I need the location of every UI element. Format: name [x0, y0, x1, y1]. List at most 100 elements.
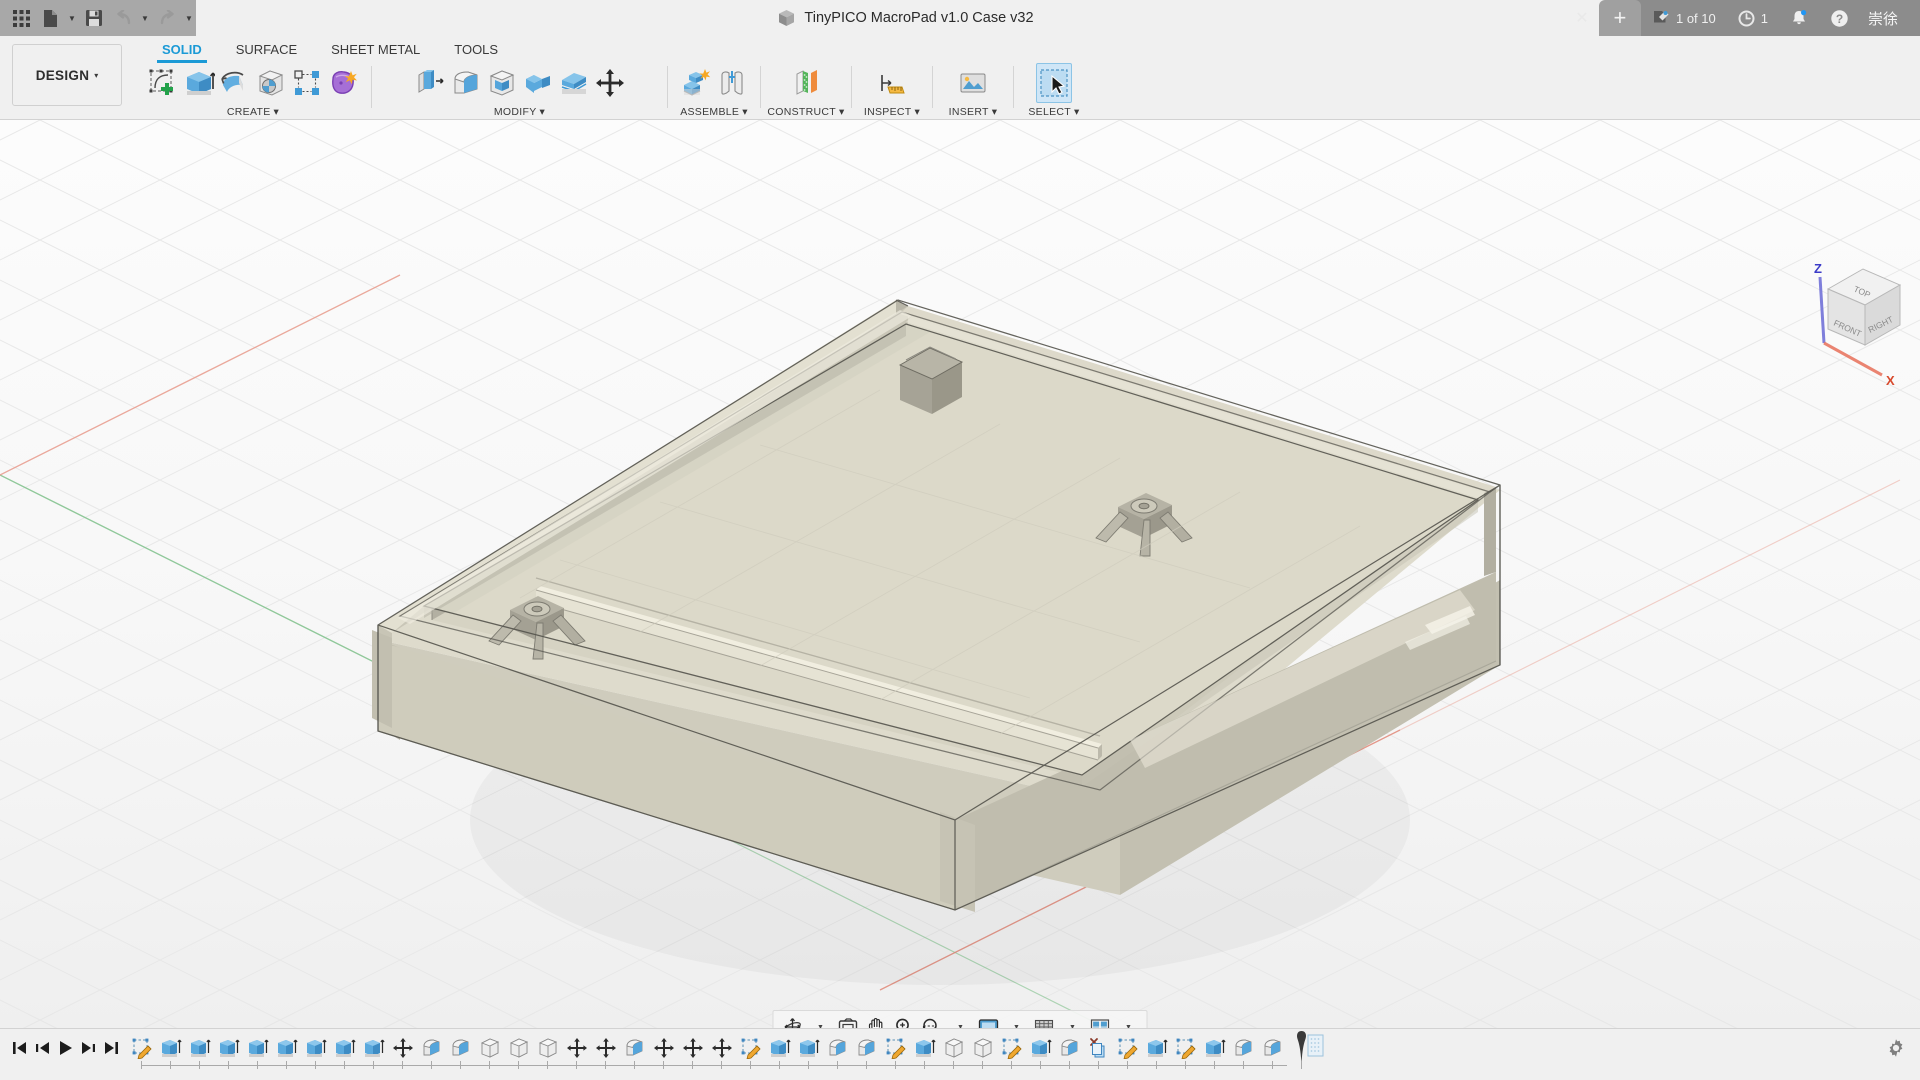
- undo-caret-icon[interactable]: ▼: [139, 5, 151, 31]
- fillet-feature[interactable]: [1055, 1033, 1084, 1063]
- form-icon[interactable]: [325, 63, 361, 103]
- sketch-feature[interactable]: [997, 1033, 1026, 1063]
- redo-icon[interactable]: [154, 5, 180, 31]
- ribbon-group-create-label[interactable]: CREATE ▾: [140, 104, 366, 120]
- fillet-feature[interactable]: [823, 1033, 852, 1063]
- press-pull-icon[interactable]: [412, 63, 448, 103]
- new-document-icon[interactable]: [37, 5, 63, 31]
- offset-face-icon[interactable]: [556, 63, 592, 103]
- workspace-selector[interactable]: DESIGN ▾: [12, 44, 122, 106]
- shell-feature[interactable]: [939, 1033, 968, 1063]
- shell-feature[interactable]: [504, 1033, 533, 1063]
- move-feature[interactable]: [562, 1033, 591, 1063]
- extrude-feature[interactable]: [330, 1033, 359, 1063]
- shell-icon[interactable]: [484, 63, 520, 103]
- hole-icon[interactable]: [253, 63, 289, 103]
- save-icon[interactable]: [81, 5, 107, 31]
- timeline-go-end-button[interactable]: [100, 1033, 122, 1063]
- sketch-feature[interactable]: [881, 1033, 910, 1063]
- pattern-icon[interactable]: [289, 63, 325, 103]
- extrude-feature[interactable]: [185, 1033, 214, 1063]
- fillet-feature[interactable]: [1229, 1033, 1258, 1063]
- sketch-feature[interactable]: [1113, 1033, 1142, 1063]
- extrude-feature[interactable]: [301, 1033, 330, 1063]
- viewport-canvas[interactable]: Z X TOP FRONT RIGHT: [0, 120, 1920, 1028]
- notifications-button[interactable]: [1779, 0, 1819, 36]
- combine-icon[interactable]: [520, 63, 556, 103]
- timeline-step-back-button[interactable]: [31, 1033, 53, 1063]
- timeline-step-forward-button[interactable]: [77, 1033, 99, 1063]
- move-feature[interactable]: [388, 1033, 417, 1063]
- offset-plane-icon[interactable]: [788, 63, 824, 103]
- ribbon-group-assemble-label[interactable]: ASSEMBLE ▾: [673, 104, 755, 120]
- timeline-track[interactable]: [127, 1029, 1920, 1080]
- fillet-feature[interactable]: [446, 1033, 475, 1063]
- timeline-tick: [518, 1061, 519, 1069]
- copy-paste-feature[interactable]: [1084, 1033, 1113, 1063]
- extrude-feature[interactable]: [156, 1033, 185, 1063]
- extrude-feature[interactable]: [272, 1033, 301, 1063]
- sketch-feature[interactable]: [1171, 1033, 1200, 1063]
- extrude-feature[interactable]: [1026, 1033, 1055, 1063]
- extrude-feature[interactable]: [794, 1033, 823, 1063]
- tab-sheet-metal[interactable]: SHEET METAL: [314, 38, 437, 63]
- fillet-feature[interactable]: [620, 1033, 649, 1063]
- new-component-icon[interactable]: [678, 63, 714, 103]
- new-tab-button[interactable]: +: [1598, 0, 1641, 36]
- extrude-feature[interactable]: [1200, 1033, 1229, 1063]
- create-sketch-icon[interactable]: [145, 63, 181, 103]
- document-tab[interactable]: TinyPICO MacroPad v1.0 Case v32: [196, 0, 1616, 36]
- extrude-feature[interactable]: [214, 1033, 243, 1063]
- ribbon-group-select-label[interactable]: SELECT ▾: [1019, 104, 1089, 120]
- user-avatar[interactable]: 崇徐: [1860, 8, 1910, 29]
- timeline-go-start-button[interactable]: [8, 1033, 30, 1063]
- timeline-tick: [866, 1061, 867, 1069]
- extrude-icon[interactable]: [181, 63, 217, 103]
- app-grid-icon[interactable]: [8, 5, 34, 31]
- insert-mcmaster-icon[interactable]: [955, 63, 991, 103]
- tab-surface[interactable]: SURFACE: [219, 38, 314, 63]
- timeline-end-placeholder[interactable]: [1305, 1033, 1327, 1059]
- 3d-scene[interactable]: Z X TOP FRONT RIGHT: [0, 120, 1920, 1028]
- redo-caret-icon[interactable]: ▼: [183, 5, 195, 31]
- timeline-end-marker[interactable]: [1296, 1031, 1306, 1065]
- shell-feature[interactable]: [968, 1033, 997, 1063]
- move-copy-icon[interactable]: [592, 63, 628, 103]
- sketch-feature[interactable]: [736, 1033, 765, 1063]
- move-feature[interactable]: [707, 1033, 736, 1063]
- sketch-feature[interactable]: [127, 1033, 156, 1063]
- fillet-feature[interactable]: [417, 1033, 446, 1063]
- shell-feature[interactable]: [475, 1033, 504, 1063]
- job-status-indicator[interactable]: 1 of 10: [1641, 0, 1727, 36]
- move-feature[interactable]: [591, 1033, 620, 1063]
- ribbon-group-insert-label[interactable]: INSERT ▾: [938, 104, 1008, 120]
- revolve-icon[interactable]: [217, 63, 253, 103]
- ribbon-group-modify-label[interactable]: MODIFY ▾: [377, 104, 662, 120]
- extrude-feature[interactable]: [765, 1033, 794, 1063]
- shell-feature[interactable]: [533, 1033, 562, 1063]
- move-feature[interactable]: [649, 1033, 678, 1063]
- measure-icon[interactable]: [874, 63, 910, 103]
- fillet-feature[interactable]: [1258, 1033, 1287, 1063]
- recent-activity-indicator[interactable]: 1: [1727, 0, 1779, 36]
- ribbon-group-inspect-label[interactable]: INSPECT ▾: [857, 104, 927, 120]
- fillet-icon[interactable]: [448, 63, 484, 103]
- tab-solid[interactable]: SOLID: [145, 38, 219, 63]
- extrude-feature[interactable]: [359, 1033, 388, 1063]
- ribbon-group-construct-label[interactable]: CONSTRUCT ▾: [766, 104, 846, 120]
- timeline-play-button[interactable]: [54, 1033, 76, 1063]
- timeline-settings-gear-icon[interactable]: [1886, 1038, 1906, 1058]
- extrude-feature[interactable]: [910, 1033, 939, 1063]
- help-button[interactable]: ?: [1819, 0, 1860, 36]
- joint-icon[interactable]: [714, 63, 750, 103]
- undo-icon[interactable]: [110, 5, 136, 31]
- move-feature[interactable]: [678, 1033, 707, 1063]
- extrude-feature[interactable]: [1142, 1033, 1171, 1063]
- select-icon[interactable]: [1036, 63, 1072, 103]
- tab-tools[interactable]: TOOLS: [437, 38, 515, 63]
- fillet-feature[interactable]: [852, 1033, 881, 1063]
- timeline-feature-list: [127, 1033, 1287, 1063]
- extrude-feature[interactable]: [243, 1033, 272, 1063]
- new-document-caret-icon[interactable]: ▼: [66, 5, 78, 31]
- close-tab-button[interactable]: ✕: [1565, 0, 1599, 36]
